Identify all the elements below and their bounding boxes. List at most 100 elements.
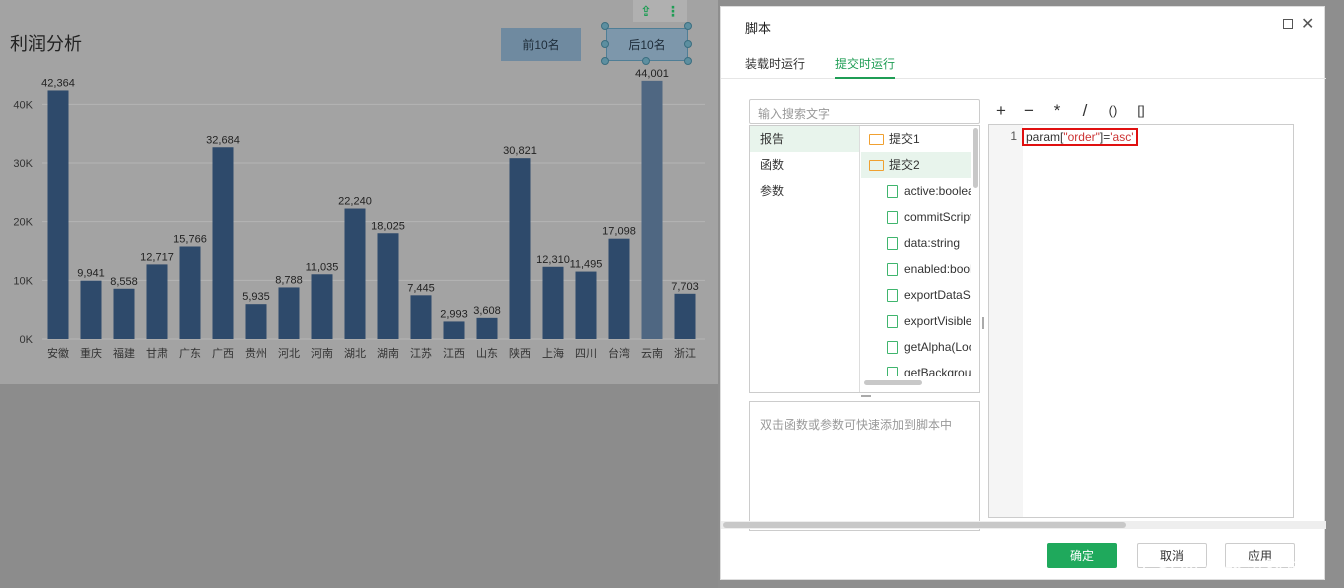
x-tick-label: 重庆 [80,346,102,360]
maximize-icon[interactable] [1283,19,1293,29]
folder-icon [869,133,884,145]
tab-on-submit[interactable]: 提交时运行 [835,55,896,79]
x-tick-label: 河南 [311,347,333,360]
x-tick-label: 江苏 [410,347,432,360]
bar [608,238,630,339]
script-dialog: 脚本 ✕ 装载时运行 提交时运行 输入搜索文字 + − * / () [] 报告… [720,6,1326,580]
multiply-button[interactable]: * [1043,99,1071,123]
export-icon[interactable]: ⇪ [640,3,652,20]
category-report[interactable]: 报告 [750,126,859,152]
bar [47,90,69,339]
tree-item-label: exportVisible [904,314,971,328]
bar [278,287,300,339]
tree-property[interactable]: commitScript [861,204,971,230]
tree-item-label: getBackgrou [904,366,971,376]
data-label: 9,941 [77,268,105,280]
operator-toolbar: + − * / () [] [987,99,1155,123]
x-tick-label: 安徽 [47,346,69,360]
tree-property[interactable]: getAlpha(Loc [861,334,971,360]
data-label: 3,608 [473,305,501,317]
tree-property[interactable]: enabled:bool [861,256,971,282]
bar [179,246,201,339]
minus-button[interactable]: − [1015,99,1043,123]
bar [212,147,234,339]
x-tick-label: 福建 [113,346,135,360]
data-label: 2,993 [440,308,468,320]
tree-horizontal-scrollbar[interactable] [864,380,922,385]
parentheses-button[interactable]: () [1099,99,1127,123]
x-tick-label: 山东 [476,347,498,360]
bar [344,208,366,339]
file-icon [887,288,898,302]
tree-property[interactable]: exportDataSh [861,282,971,308]
bar [113,288,135,339]
close-icon[interactable]: ✕ [1301,14,1314,34]
x-tick-label: 江西 [443,347,465,360]
tree-property[interactable]: getBackgrou [861,360,971,376]
panel-splitter[interactable] [982,317,984,329]
data-label: 7,703 [671,281,699,293]
file-icon [887,314,898,328]
tab-on-load[interactable]: 装载时运行 [745,55,805,79]
brackets-button[interactable]: [] [1127,99,1155,123]
y-tick-label: 0K [20,334,34,346]
bar [311,274,333,339]
tree-folder[interactable]: 提交1 [861,126,971,152]
more-vertical-icon[interactable]: ⋮ [666,3,680,20]
data-label: 8,788 [275,274,303,286]
plus-button[interactable]: + [987,99,1015,123]
line-number: 1 [1010,129,1017,143]
bar [146,264,168,339]
data-label: 32,684 [206,134,240,146]
tree-item-label: enabled:bool [904,262,971,276]
resize-handle[interactable] [601,40,609,48]
y-tick-label: 40K [13,99,33,111]
y-tick-label: 20K [13,217,33,229]
x-tick-label: 台湾 [608,346,630,360]
tree-property[interactable]: active:boolea [861,178,971,204]
x-tick-label: 浙江 [674,347,696,360]
resize-handle[interactable] [684,22,692,30]
chart-title: 利润分析 [10,34,82,54]
code-value-string: 'asc' [1110,130,1134,144]
resize-handle[interactable] [684,40,692,48]
bottom10-button[interactable]: 后10名 [606,28,688,61]
tree-item-label: commitScript [904,210,971,224]
tree-folder[interactable]: 提交2 [861,152,971,178]
resize-handle[interactable] [601,22,609,30]
panel-splitter[interactable] [861,395,871,397]
bar [377,233,399,339]
divide-button[interactable]: / [1071,99,1099,123]
data-label: 12,717 [140,251,174,263]
tree-property[interactable]: exportVisible [861,308,971,334]
ok-button[interactable]: 确定 [1047,543,1117,568]
tree-item-label: data:string [904,236,961,250]
component-toolbar: ⇪ ⋮ [633,0,687,22]
help-text-panel: 双击函数或参数可快速添加到脚本中 [749,401,980,531]
report-empty-area [0,384,718,588]
dialog-horizontal-scrollbar[interactable] [723,522,1126,528]
x-tick-label: 上海 [542,346,564,360]
bar [80,280,102,339]
hint-text: 双击函数或参数可快速添加到脚本中 [760,418,953,432]
tree-item-label: active:boolea [904,184,971,198]
code-line[interactable]: param["order"]='asc' [1022,128,1138,146]
category-function[interactable]: 函数 [750,152,859,178]
category-parameter[interactable]: 参数 [750,178,859,204]
object-browser: 报告 函数 参数 提交1 提交2 active:boolea commitScript… [749,125,980,393]
x-tick-label: 云南 [641,347,663,360]
bar [575,271,597,339]
file-icon [887,210,898,224]
code-key-string: "order" [1063,130,1100,144]
file-icon [887,262,898,276]
tree-property[interactable]: data:string [861,230,971,256]
search-input[interactable]: 输入搜索文字 [749,99,980,124]
top10-button[interactable]: 前10名 [501,28,581,61]
file-icon [887,366,898,376]
watermark: CSDN @永洪科技 [1142,558,1305,580]
script-editor[interactable]: 1 param["order"]='asc' [988,124,1294,518]
object-tree: 提交1 提交2 active:boolea commitScript data:stri… [861,126,971,376]
tree-vertical-scrollbar[interactable] [973,128,978,188]
x-tick-label: 河北 [278,347,300,360]
bar [443,321,465,339]
